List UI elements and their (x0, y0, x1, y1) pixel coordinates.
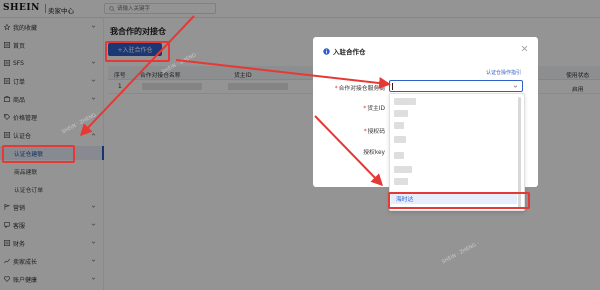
field-label-auth-key: 授权key (315, 147, 385, 156)
dropdown-option[interactable] (394, 122, 404, 129)
required-mark: * (363, 106, 367, 112)
field-label-auth-code: *授权码 (315, 126, 385, 135)
dropdown-option[interactable] (394, 98, 416, 105)
modal-title: 入驻合作仓 (323, 46, 366, 56)
guide-link[interactable]: 认证仓操作指引 (486, 69, 521, 76)
field-label-text: 合作对接仓服务商 (338, 86, 385, 92)
field-label-provider: *合作对接仓服务商 (315, 83, 385, 92)
info-icon (323, 47, 330, 55)
callout-sidebar-item (2, 145, 75, 163)
chevron-down-icon (513, 85, 518, 88)
field-label-owner-id: *货主ID (315, 103, 385, 112)
text-cursor (392, 83, 393, 90)
required-mark: * (363, 129, 367, 135)
dropdown-option[interactable] (394, 178, 408, 185)
callout-dropdown-option (388, 192, 530, 209)
close-icon[interactable] (521, 45, 528, 52)
dropdown-option[interactable] (394, 166, 412, 173)
dropdown-option[interactable] (394, 110, 408, 117)
required-mark: * (334, 86, 338, 92)
field-label-text: 授权key (363, 150, 385, 156)
dropdown-option[interactable] (394, 136, 406, 143)
dropdown-option[interactable] (394, 152, 404, 159)
field-label-text: 授权码 (367, 129, 385, 135)
provider-select[interactable] (389, 80, 523, 92)
field-label-text: 货主ID (367, 106, 385, 112)
modal-title-text: 入驻合作仓 (333, 48, 366, 56)
callout-add-button (105, 41, 170, 62)
